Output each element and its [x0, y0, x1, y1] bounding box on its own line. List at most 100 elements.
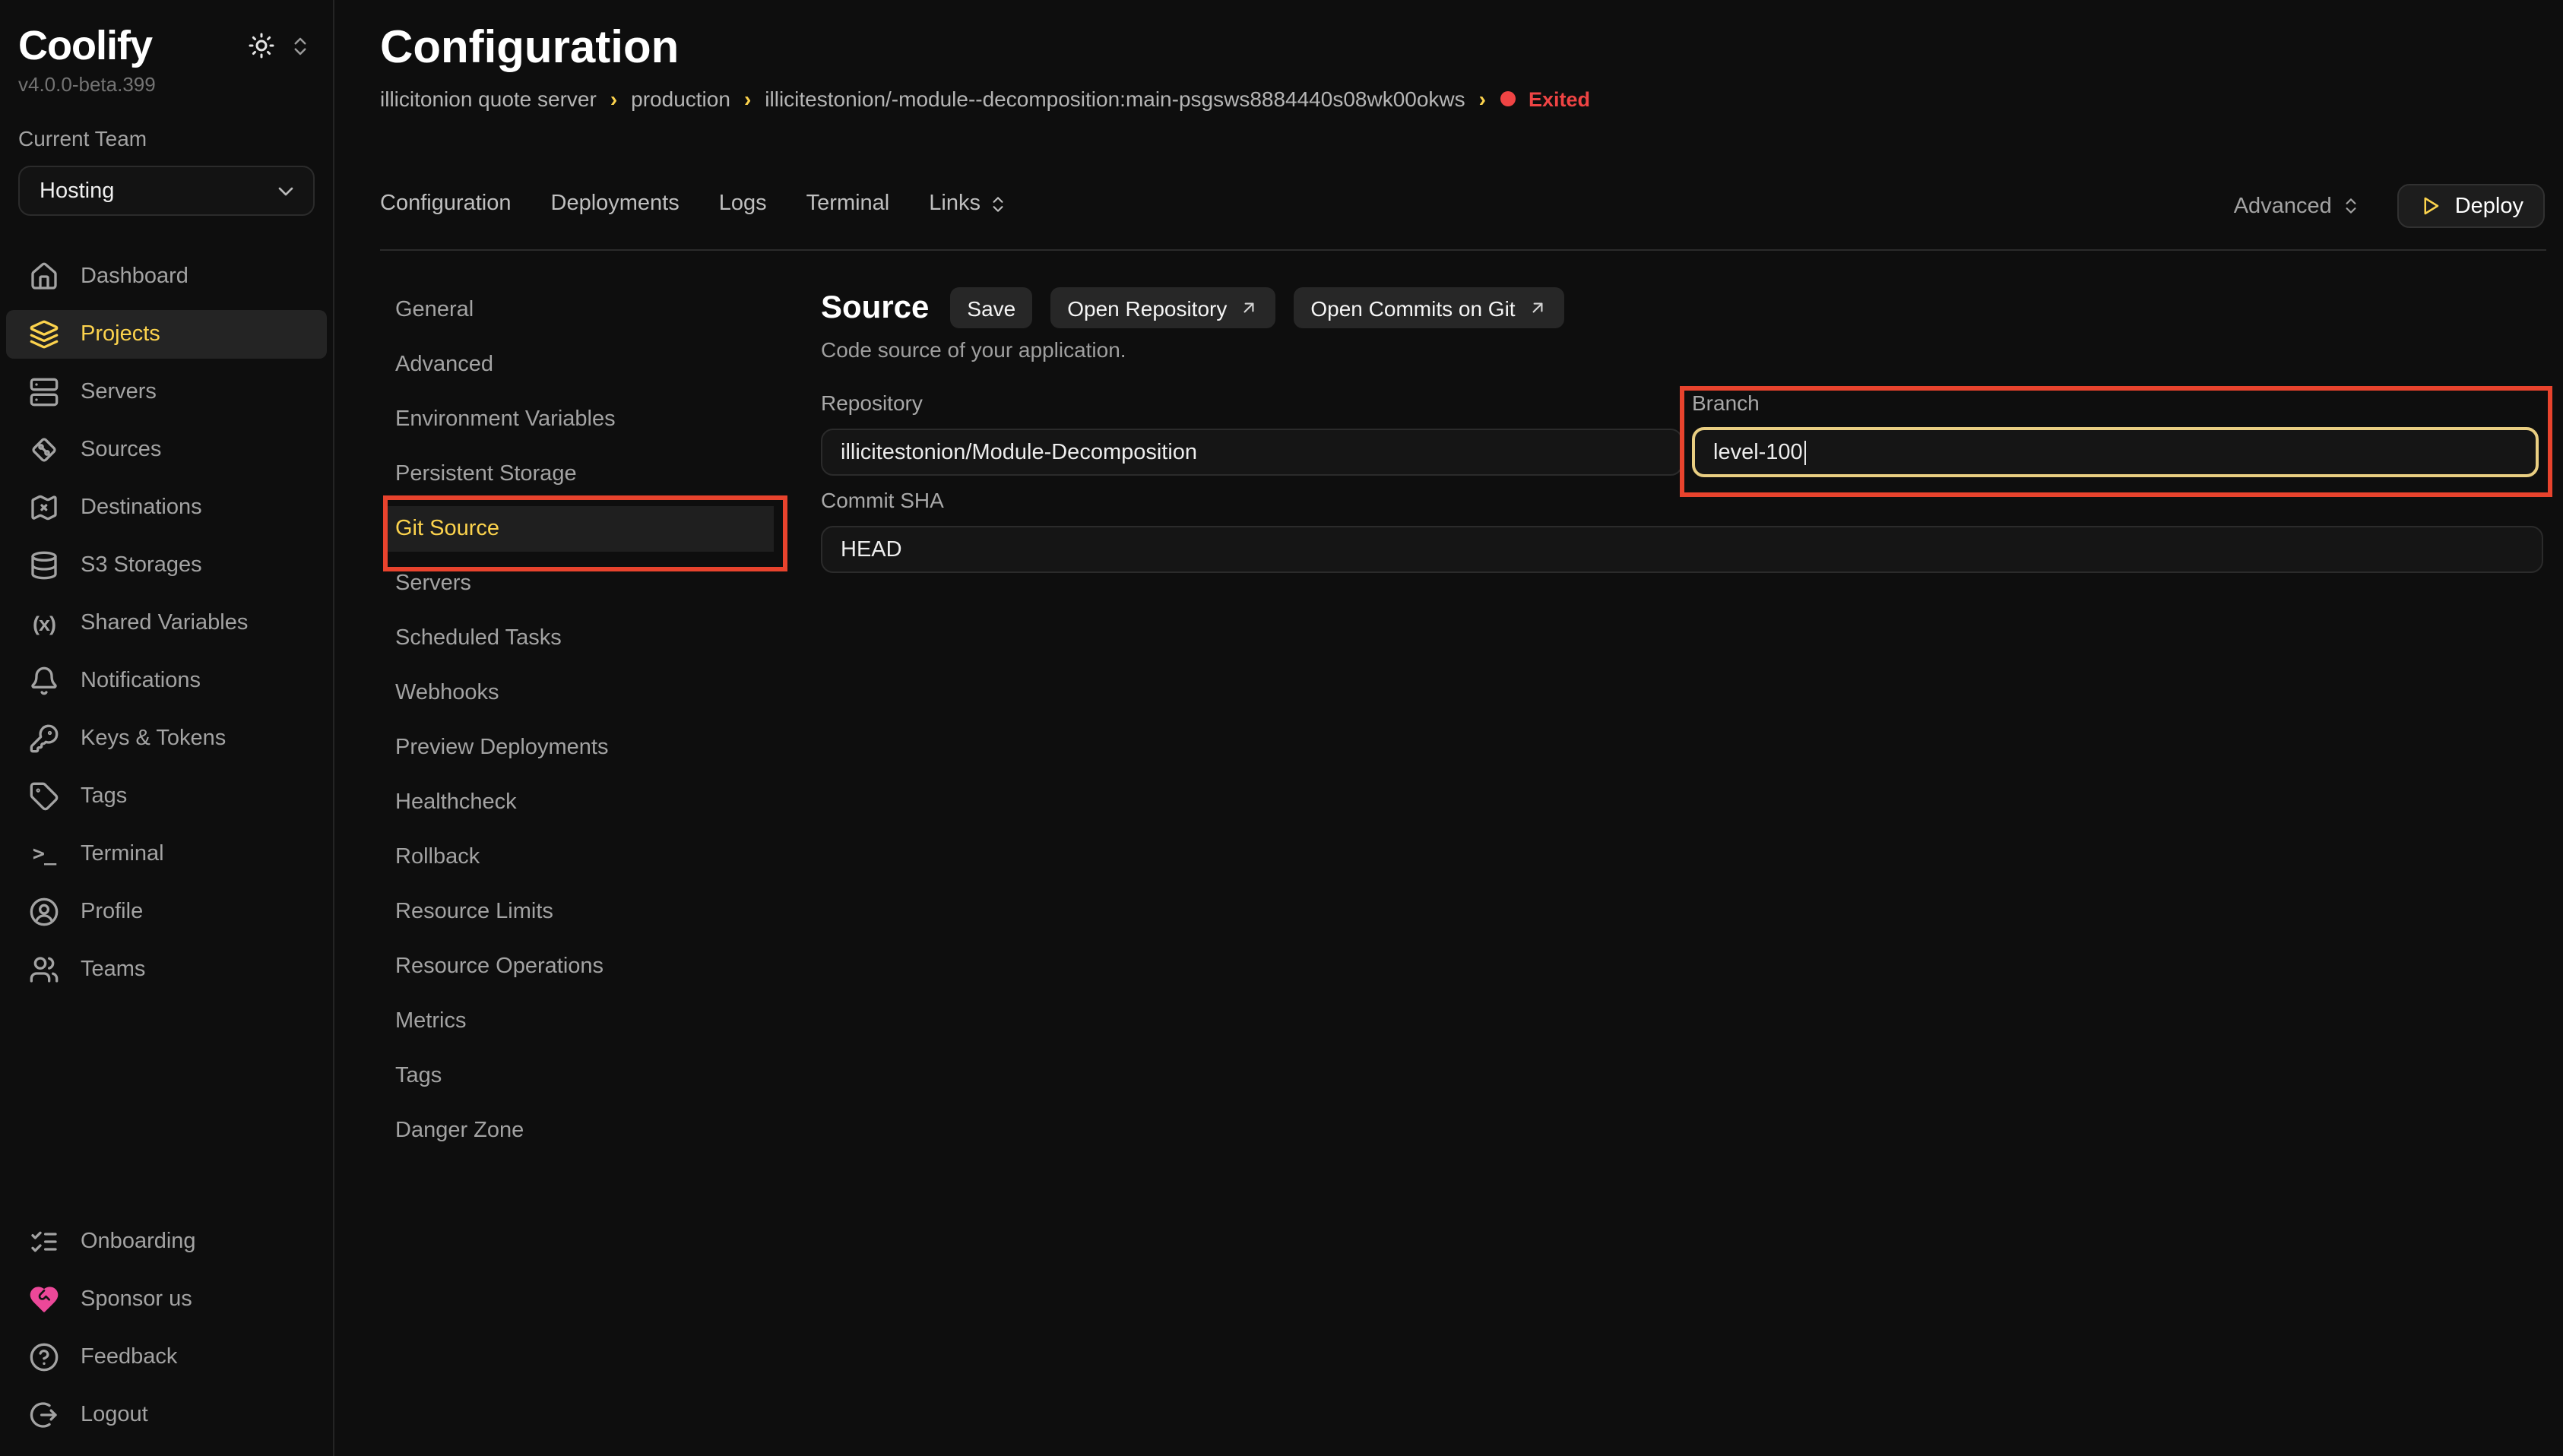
- save-button[interactable]: Save: [950, 287, 1032, 328]
- external-link-icon: [1528, 298, 1548, 318]
- advanced-dropdown[interactable]: Advanced: [2234, 194, 2361, 218]
- sidebar-item-logout[interactable]: Logout: [6, 1391, 327, 1439]
- app-logo: Coolify: [18, 21, 152, 70]
- subnav-item-scheduled-tasks[interactable]: Scheduled Tasks: [380, 620, 775, 657]
- advanced-label: Advanced: [2234, 194, 2332, 218]
- theme-sun-icon[interactable]: [248, 32, 275, 59]
- sidebar-item-label: Terminal: [81, 842, 164, 866]
- deploy-button[interactable]: Deploy: [2397, 184, 2545, 228]
- status-badge: Exited: [1529, 87, 1590, 110]
- tab-label: Links: [929, 191, 981, 216]
- sidebar-item-label: Keys & Tokens: [81, 726, 226, 751]
- breadcrumb-application[interactable]: illicitestonion/-module--decomposition:m…: [765, 87, 1465, 111]
- sidebar-item-teams[interactable]: Teams: [6, 945, 327, 994]
- tab-deployments[interactable]: Deployments: [551, 191, 680, 216]
- list-checks-icon: [29, 1227, 59, 1257]
- bell-icon: [29, 666, 59, 696]
- subnav-item-advanced[interactable]: Advanced: [380, 347, 775, 383]
- commit-sha-value: HEAD: [841, 537, 902, 562]
- branch-value: level-100: [1713, 440, 1803, 464]
- sidebar-item-label: S3 Storages: [81, 553, 202, 578]
- sidebar-nav: Dashboard Projects Servers Sources Desti…: [0, 252, 333, 994]
- branch-input[interactable]: level-100: [1692, 427, 2539, 477]
- tab-label: Configuration: [380, 191, 512, 216]
- sidebar: Coolify v4.0.0-beta.399 Current Team Hos…: [0, 0, 334, 1456]
- key-icon: [29, 723, 59, 754]
- sidebar-item-sources[interactable]: Sources: [6, 426, 327, 474]
- tab-label: Deployments: [551, 191, 680, 216]
- open-repository-label: Open Repository: [1067, 296, 1227, 320]
- map-icon: [29, 492, 59, 523]
- repository-value: illicitestonion/Module-Decomposition: [841, 440, 1197, 464]
- subnav-item-webhooks[interactable]: Webhooks: [380, 675, 775, 711]
- source-header-row: Source Save Open Repository Open Commits…: [821, 287, 1564, 328]
- sidebar-item-s3-storages[interactable]: S3 Storages: [6, 541, 327, 590]
- sidebar-item-label: Servers: [81, 380, 157, 404]
- sidebar-item-tags[interactable]: Tags: [6, 772, 327, 821]
- page-title: Configuration: [380, 23, 679, 74]
- tab-links[interactable]: Links: [929, 191, 1008, 216]
- open-commits-button[interactable]: Open Commits on Git: [1294, 287, 1563, 328]
- sidebar-item-label: Projects: [81, 322, 160, 347]
- sidebar-item-dashboard[interactable]: Dashboard: [6, 252, 327, 301]
- coolify-app: Coolify v4.0.0-beta.399 Current Team Hos…: [0, 0, 2563, 1456]
- open-repository-button[interactable]: Open Repository: [1050, 287, 1275, 328]
- sidebar-item-label: Feedback: [81, 1345, 177, 1369]
- chevrons-up-down-icon[interactable]: [289, 34, 312, 57]
- subnav-item-metrics[interactable]: Metrics: [380, 1003, 775, 1040]
- tab-configuration[interactable]: Configuration: [380, 191, 512, 216]
- subnav-item-servers[interactable]: Servers: [380, 565, 775, 602]
- commit-sha-input[interactable]: HEAD: [821, 526, 2543, 573]
- sidebar-item-terminal[interactable]: >_ Terminal: [6, 830, 327, 878]
- tabs-divider: [380, 249, 2546, 251]
- sidebar-item-shared-variables[interactable]: (x) Shared Variables: [6, 599, 327, 647]
- subnav-item-rollback[interactable]: Rollback: [380, 839, 775, 875]
- subnav-item-tags[interactable]: Tags: [380, 1058, 775, 1094]
- play-icon: [2419, 195, 2441, 217]
- home-icon: [29, 261, 59, 292]
- tab-label: Terminal: [806, 191, 890, 216]
- source-heading: Source: [821, 290, 929, 326]
- chevrons-up-down-icon: [2341, 196, 2361, 216]
- sidebar-item-destinations[interactable]: Destinations: [6, 483, 327, 532]
- subnav-item-resource-operations[interactable]: Resource Operations: [380, 948, 775, 985]
- sidebar-item-feedback[interactable]: Feedback: [6, 1333, 327, 1382]
- sidebar-item-servers[interactable]: Servers: [6, 368, 327, 416]
- subnav-item-git-source[interactable]: Git Source: [386, 506, 774, 552]
- users-icon: [29, 954, 59, 985]
- subnav-item-healthcheck[interactable]: Healthcheck: [380, 784, 775, 821]
- subnav-item-environment-variables[interactable]: Environment Variables: [380, 401, 775, 438]
- server-icon: [29, 377, 59, 407]
- sidebar-bottom-nav: Onboarding Sponsor us Feedback Logout: [0, 1217, 333, 1456]
- sidebar-item-projects[interactable]: Projects: [6, 310, 327, 359]
- sidebar-item-onboarding[interactable]: Onboarding: [6, 1217, 327, 1266]
- layers-icon: [29, 319, 59, 350]
- subnav-item-danger-zone[interactable]: Danger Zone: [380, 1113, 775, 1149]
- tab-logs[interactable]: Logs: [719, 191, 767, 216]
- team-select-value: Hosting: [40, 179, 114, 203]
- sidebar-item-notifications[interactable]: Notifications: [6, 657, 327, 705]
- repository-input[interactable]: illicitestonion/Module-Decomposition: [821, 429, 1683, 476]
- breadcrumb-separator: ›: [1479, 87, 1486, 111]
- team-select[interactable]: Hosting: [18, 166, 315, 216]
- sidebar-item-label: Sources: [81, 438, 161, 462]
- current-team-label: Current Team: [18, 126, 315, 150]
- breadcrumb-project[interactable]: illicitonion quote server: [380, 87, 597, 111]
- sidebar-item-sponsor-us[interactable]: Sponsor us: [6, 1275, 327, 1324]
- subnav-item-general[interactable]: General: [380, 292, 775, 328]
- deploy-label: Deploy: [2455, 194, 2523, 218]
- user-circle-icon: [29, 897, 59, 927]
- sidebar-item-label: Profile: [81, 900, 143, 924]
- sidebar-spacer: [0, 994, 333, 1217]
- subnav-item-resource-limits[interactable]: Resource Limits: [380, 894, 775, 930]
- repository-label: Repository: [821, 391, 923, 415]
- sidebar-item-label: Teams: [81, 957, 145, 982]
- text-cursor: [1804, 440, 1807, 464]
- subnav-item-preview-deployments[interactable]: Preview Deployments: [380, 730, 775, 766]
- tab-terminal[interactable]: Terminal: [806, 191, 890, 216]
- sidebar-item-profile[interactable]: Profile: [6, 888, 327, 936]
- sidebar-item-keys-tokens[interactable]: Keys & Tokens: [6, 714, 327, 763]
- subnav-item-persistent-storage[interactable]: Persistent Storage: [380, 456, 775, 492]
- open-commits-label: Open Commits on Git: [1310, 296, 1515, 320]
- breadcrumb-environment[interactable]: production: [631, 87, 730, 111]
